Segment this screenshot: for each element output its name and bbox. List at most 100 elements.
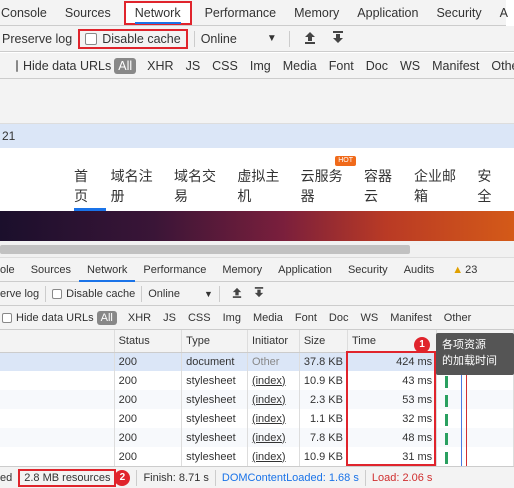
- tab-network[interactable]: Network: [123, 0, 192, 25]
- filter-chip-img[interactable]: Img: [245, 59, 276, 73]
- filter-chip-js[interactable]: JS: [158, 312, 181, 324]
- tab-memory[interactable]: Memory: [285, 0, 348, 26]
- throttle-select[interactable]: Online: [201, 32, 237, 46]
- hide-data-urls-checkbox[interactable]: [2, 312, 12, 323]
- tab-security[interactable]: Security: [427, 0, 490, 26]
- tab-application[interactable]: Application: [348, 0, 427, 26]
- tab-console[interactable]: Console: [0, 0, 56, 26]
- devtools-tabbar: Console Sources Network Performance Memo…: [0, 0, 508, 26]
- site-nav: 首页 域名注册 域名交易 虚拟主机 云服务器 HOT 容器云 企业邮箱 安全: [74, 156, 514, 204]
- waterfall-bar: [445, 452, 448, 464]
- cell-status: 200: [114, 371, 183, 390]
- disable-cache-checkbox[interactable]: [52, 288, 63, 299]
- disable-cache-checkbox[interactable]: [85, 32, 98, 45]
- filter-chip-doc[interactable]: Doc: [361, 59, 393, 73]
- export-har-icon[interactable]: [332, 30, 344, 47]
- filter-chip-font[interactable]: Font: [290, 312, 322, 324]
- filter-chip-font[interactable]: Font: [324, 59, 359, 73]
- filter-chip-ws[interactable]: WS: [355, 312, 383, 324]
- nav-enterprise-mail[interactable]: 企业邮箱: [414, 166, 467, 204]
- header-type[interactable]: Type: [181, 330, 248, 353]
- cell-waterfall: [436, 390, 514, 409]
- cell-initiator[interactable]: (index): [247, 390, 300, 409]
- nav-domain-register[interactable]: 域名注册: [111, 166, 164, 204]
- cell-size: 7.8 KB: [299, 428, 348, 447]
- import-har-icon[interactable]: [232, 286, 242, 301]
- filter-chip-xhr[interactable]: XHR: [123, 312, 156, 324]
- filter-chip-all[interactable]: All: [114, 57, 137, 74]
- filter-chip-manifest[interactable]: Manifest: [427, 59, 484, 73]
- filter-chip-other[interactable]: Other: [486, 59, 514, 73]
- filter-chip-img[interactable]: Img: [218, 312, 246, 324]
- filter-chip-media[interactable]: Media: [278, 59, 322, 73]
- filter-chip-media[interactable]: Media: [248, 312, 288, 324]
- table-row[interactable]: 200 stylesheet (index) 1.1 KB 32 ms: [0, 409, 514, 428]
- tab-security[interactable]: Security: [340, 258, 396, 282]
- header-initiator[interactable]: Initiator: [247, 330, 300, 353]
- cell-initiator[interactable]: (index): [247, 371, 300, 390]
- toolbar-divider: [141, 285, 143, 302]
- tab-performance[interactable]: Performance: [196, 0, 286, 26]
- tab-more[interactable]: A: [491, 0, 514, 26]
- annotation-line-2: 的加载时间: [442, 355, 497, 367]
- cell-type: stylesheet: [181, 409, 248, 428]
- warning-icon[interactable]: ▲: [452, 264, 463, 276]
- hero-banner: [0, 211, 514, 241]
- header-size[interactable]: Size: [299, 330, 348, 353]
- filter-chip-css[interactable]: CSS: [207, 59, 243, 73]
- toolbar-divider: [288, 30, 290, 47]
- cell-type: stylesheet: [181, 447, 248, 466]
- selected-request-row[interactable]: 21: [0, 124, 514, 148]
- row-text: 21: [2, 129, 16, 143]
- nav-cloud-server[interactable]: 云服务器 HOT: [301, 156, 356, 204]
- cell-type: stylesheet: [181, 371, 248, 390]
- cell-size: 1.1 KB: [299, 409, 348, 428]
- cell-initiator[interactable]: (index): [247, 447, 300, 466]
- cell-type: stylesheet: [181, 428, 248, 447]
- nav-domain-trade[interactable]: 域名交易: [174, 166, 227, 204]
- table-row[interactable]: 200 stylesheet (index) 7.8 KB 48 ms: [0, 428, 514, 447]
- tab-performance[interactable]: Performance: [135, 258, 214, 282]
- tab-application[interactable]: Application: [270, 258, 340, 282]
- nav-security[interactable]: 安全: [477, 166, 504, 204]
- cell-initiator[interactable]: (index): [247, 428, 300, 447]
- tab-memory[interactable]: Memory: [214, 258, 270, 282]
- table-row[interactable]: 200 stylesheet (index) 2.3 KB 53 ms: [0, 390, 514, 409]
- waterfall-bar: [445, 414, 448, 426]
- filter-chip-all[interactable]: All: [96, 310, 117, 325]
- cell-name: [0, 409, 115, 428]
- nav-virtual-host[interactable]: 虚拟主机: [237, 166, 290, 204]
- filter-chip-manifest[interactable]: Manifest: [385, 312, 437, 324]
- table-row[interactable]: 200 stylesheet (index) 10.9 KB 31 ms: [0, 447, 514, 466]
- waterfall-bar: [445, 376, 448, 388]
- chevron-down-icon[interactable]: ▼: [267, 33, 277, 44]
- hide-data-urls-checkbox[interactable]: [16, 59, 18, 72]
- import-har-icon[interactable]: [304, 31, 316, 47]
- filter-chip-other[interactable]: Other: [439, 312, 477, 324]
- throttle-select[interactable]: Online: [148, 288, 180, 300]
- header-name[interactable]: [0, 330, 115, 353]
- tab-network[interactable]: Network: [79, 258, 136, 282]
- filter-chip-ws[interactable]: WS: [395, 59, 425, 73]
- export-har-icon[interactable]: [254, 286, 264, 301]
- cell-waterfall: [436, 447, 514, 466]
- filter-bar: Hide data URLs All XHR JS CSS Img Media …: [0, 53, 514, 79]
- horizontal-scrollbar[interactable]: [0, 241, 514, 258]
- toolbar-divider: [193, 30, 195, 47]
- cell-name: [0, 447, 115, 466]
- tab-sources[interactable]: Sources: [23, 258, 79, 282]
- chevron-down-icon[interactable]: ▼: [204, 289, 213, 299]
- tab-console[interactable]: ole: [0, 258, 23, 282]
- nav-container-cloud[interactable]: 容器云: [364, 166, 404, 204]
- cell-initiator[interactable]: (index): [247, 409, 300, 428]
- header-status[interactable]: Status: [114, 330, 183, 353]
- filter-chip-xhr[interactable]: XHR: [142, 59, 178, 73]
- tab-audits[interactable]: Audits: [396, 258, 443, 282]
- filter-chip-doc[interactable]: Doc: [324, 312, 354, 324]
- filter-chip-css[interactable]: CSS: [183, 312, 216, 324]
- cell-size: 10.9 KB: [299, 447, 348, 466]
- tab-sources[interactable]: Sources: [56, 0, 120, 26]
- scrollbar-thumb[interactable]: [0, 245, 410, 254]
- nav-home[interactable]: 首页: [74, 166, 101, 204]
- filter-chip-js[interactable]: JS: [181, 59, 206, 73]
